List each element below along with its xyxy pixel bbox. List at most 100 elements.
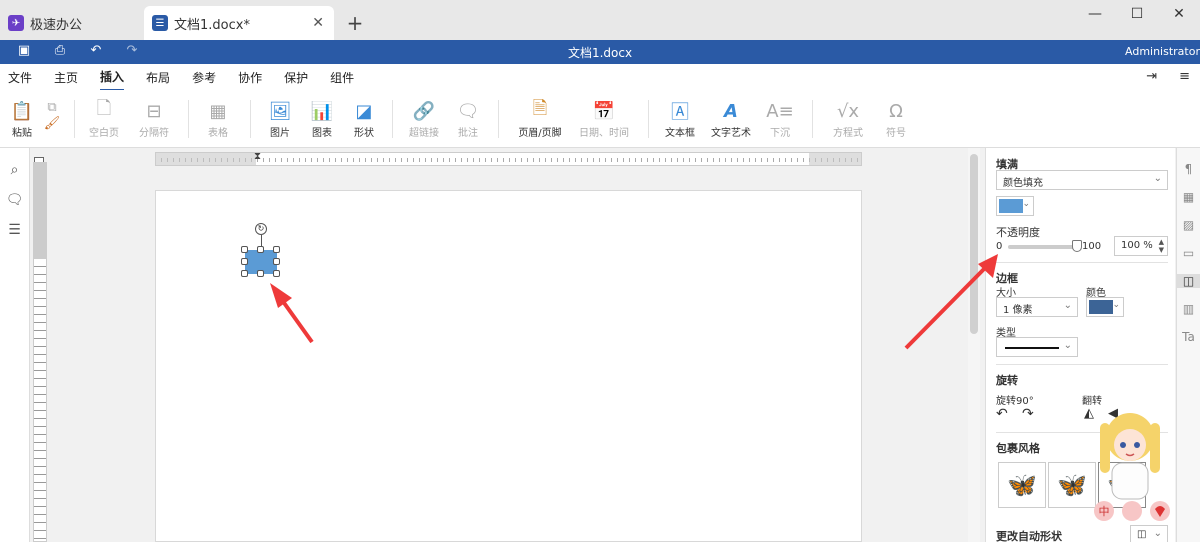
open-location-icon[interactable]: ⇥	[1146, 69, 1157, 84]
drop-cap-icon: A≡	[766, 100, 794, 122]
resize-handle[interactable]	[257, 270, 264, 277]
chevron-down-icon: ⌄	[1022, 199, 1030, 209]
wrap-square-option[interactable]: 🦋	[1048, 462, 1096, 508]
chevron-down-icon: ⌄	[1063, 340, 1072, 351]
shape-icon: ◪	[355, 100, 373, 122]
image-button[interactable]: 🖼 图片	[262, 98, 298, 140]
resize-handle[interactable]	[273, 258, 280, 265]
tab-app-home[interactable]: ✈ 极速办公	[0, 6, 140, 40]
resize-handle[interactable]	[241, 258, 248, 265]
table-settings-icon[interactable]: ▦	[1177, 190, 1200, 204]
calendar-icon: 📅	[592, 100, 616, 122]
opacity-heading: 不透明度	[996, 226, 1040, 239]
user-name[interactable]: Administrator	[1125, 45, 1200, 58]
tab-document[interactable]: ☰ 文档1.docx* ✕	[144, 6, 334, 40]
left-sidebar: ⌕ 🗨 ☰	[0, 148, 30, 542]
change-autoshape-heading: 更改自动形状	[996, 530, 1062, 542]
slider-knob[interactable]	[1072, 240, 1082, 252]
new-tab-button[interactable]: +	[340, 6, 370, 40]
shape-button[interactable]: ◪ 形状	[346, 98, 382, 140]
menu-components[interactable]: 组件	[330, 65, 354, 90]
comment-panel-icon[interactable]: 🗨	[0, 192, 29, 208]
equation-button[interactable]: √x 方程式	[824, 98, 872, 140]
menu-layout[interactable]: 布局	[146, 65, 170, 90]
chart-settings-icon[interactable]: ▥	[1177, 302, 1200, 316]
blank-page-button[interactable]: 🗋 空白页	[84, 98, 124, 139]
menu-protect[interactable]: 保护	[284, 65, 308, 90]
wrap-inline-option[interactable]: 🦋	[998, 462, 1046, 508]
page-break-button[interactable]: ⊟ 分隔符	[130, 98, 178, 140]
chevron-down-icon: ⌄	[1153, 528, 1162, 539]
table-button[interactable]: ▦ 表格	[198, 98, 238, 140]
rotate-left-icon[interactable]: ↶	[996, 406, 1008, 422]
header-footer-label: 页眉/页脚	[518, 128, 562, 139]
menu-insert[interactable]: 插入	[100, 64, 125, 91]
paste-label: 粘贴	[12, 128, 32, 139]
fill-type-select[interactable]: 颜色填充 ⌄	[996, 170, 1168, 190]
text-box-icon: 🄰	[671, 102, 689, 123]
text-box-label: 文本框	[665, 128, 695, 139]
resize-handle[interactable]	[257, 246, 264, 253]
menu-file[interactable]: 文件	[8, 65, 32, 90]
comment-button[interactable]: 🗨 批注	[450, 98, 486, 140]
shape-icon: ◫	[1137, 529, 1147, 540]
omega-icon: Ω	[889, 100, 903, 122]
app-logo-icon: ✈	[8, 15, 24, 31]
resize-handle[interactable]	[273, 270, 280, 277]
line-style-preview	[1005, 347, 1059, 349]
date-time-button[interactable]: 📅 日期、时间	[576, 98, 632, 140]
copy-button[interactable]: ⧉ 🖌	[42, 100, 62, 132]
text-art-button[interactable]: A 文字艺术	[706, 98, 756, 140]
rotate-handle-icon[interactable]: ↻	[255, 223, 267, 235]
drop-cap-button[interactable]: A≡ 下沉	[762, 98, 798, 140]
chart-button[interactable]: 📊 图表	[304, 98, 340, 140]
header-footer-button[interactable]: 🗎 页眉/页脚	[510, 98, 570, 139]
tab-label: 极速办公	[30, 17, 83, 33]
shape-settings-icon[interactable]: ◫	[1177, 274, 1200, 288]
rotate-right-icon[interactable]: ↷	[1022, 406, 1034, 422]
navigation-icon[interactable]: ☰	[0, 222, 29, 238]
border-type-select[interactable]: ⌄	[996, 337, 1078, 357]
autoshape-select[interactable]: ◫ ⌄	[1130, 525, 1168, 542]
paste-button[interactable]: 📋 粘贴	[8, 98, 36, 140]
menu-collaborate[interactable]: 协作	[238, 65, 262, 90]
resize-handle[interactable]	[273, 246, 280, 253]
page-break-label: 分隔符	[139, 128, 169, 139]
menu-home[interactable]: 主页	[54, 65, 78, 90]
close-window-icon[interactable]: ✕	[1158, 6, 1200, 22]
image-settings-icon[interactable]: ▨	[1177, 218, 1200, 232]
right-icon-sidebar: ¶ ▦ ▨ ▭ ◫ ▥ Ta	[1176, 148, 1200, 542]
border-color-picker[interactable]: ⌄	[1086, 297, 1124, 317]
opacity-slider[interactable]	[1008, 240, 1082, 252]
document-title: 文档1.docx	[567, 46, 633, 60]
text-box-button[interactable]: 🄰 文本框	[660, 98, 700, 139]
border-size-value: 1 像素	[1003, 305, 1033, 316]
resize-handle[interactable]	[241, 246, 248, 253]
window-controls: — ☐ ✕	[1074, 6, 1200, 22]
vertical-ruler	[33, 162, 47, 542]
search-icon[interactable]: ⌕	[0, 162, 29, 178]
text-art-settings-icon[interactable]: Ta	[1177, 330, 1200, 344]
ribbon-insert: 📋 粘贴 ⧉ 🖌 🗋 空白页 ⊟ 分隔符 ▦ 表格 🖼 图片 📊 图表 ◪ 形状…	[0, 90, 1200, 148]
minimize-icon[interactable]: —	[1074, 6, 1116, 22]
document-scrollbar[interactable]	[968, 148, 980, 542]
text-art-label: 文字艺术	[711, 128, 751, 139]
maximize-icon[interactable]: ☐	[1116, 6, 1158, 22]
fill-color-swatch	[999, 199, 1023, 213]
menu-references[interactable]: 参考	[192, 65, 216, 90]
indent-marker-icon[interactable]: ⧗	[254, 151, 261, 162]
more-menu-icon[interactable]: ≡	[1179, 69, 1190, 84]
opacity-input[interactable]: 100 % ▲ ▼	[1114, 236, 1168, 256]
fill-color-picker[interactable]: ⌄	[996, 196, 1034, 216]
symbol-button[interactable]: Ω 符号	[878, 98, 914, 140]
format-painter-icon: 🖌	[43, 115, 61, 131]
spinner-icon[interactable]: ▲ ▼	[1159, 238, 1164, 254]
mascot-sticker: 中	[1094, 413, 1170, 521]
header-settings-icon[interactable]: ▭	[1177, 246, 1200, 260]
hyperlink-button[interactable]: 🔗 超链接	[404, 98, 444, 140]
resize-handle[interactable]	[241, 270, 248, 277]
close-tab-icon[interactable]: ✕	[312, 15, 324, 31]
clipboard-icon: 📋	[10, 100, 34, 122]
border-size-select[interactable]: 1 像素 ⌄	[996, 297, 1078, 317]
paragraph-icon[interactable]: ¶	[1177, 162, 1200, 176]
